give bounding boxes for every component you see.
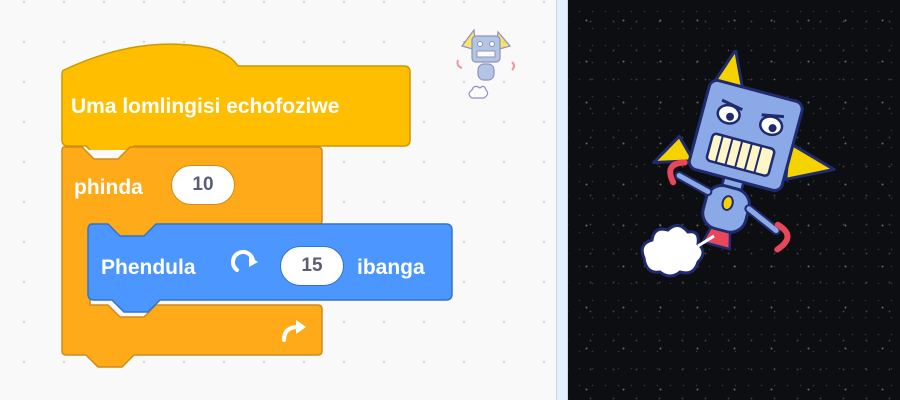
- sprite-thumbnail-icon: [456, 28, 515, 99]
- turn-block-label: Phendula: [101, 256, 196, 279]
- hat-block-label: Uma lomlingisi echofoziwe: [71, 95, 340, 118]
- repeat-block-label: phinda: [74, 176, 143, 199]
- loop-arrow-icon: [282, 320, 306, 342]
- pane-divider: [556, 0, 568, 400]
- rotate-clockwise-icon: [231, 250, 258, 272]
- repeat-count-input[interactable]: 10: [171, 165, 235, 205]
- stage[interactable]: [568, 0, 900, 400]
- turn-degrees-input[interactable]: 15: [280, 246, 344, 286]
- robot-sprite[interactable]: [636, 50, 866, 290]
- code-area[interactable]: Uma lomlingisi echofoziwe phinda 10 Phen…: [0, 0, 556, 400]
- turn-unit-label: ibanga: [357, 256, 425, 279]
